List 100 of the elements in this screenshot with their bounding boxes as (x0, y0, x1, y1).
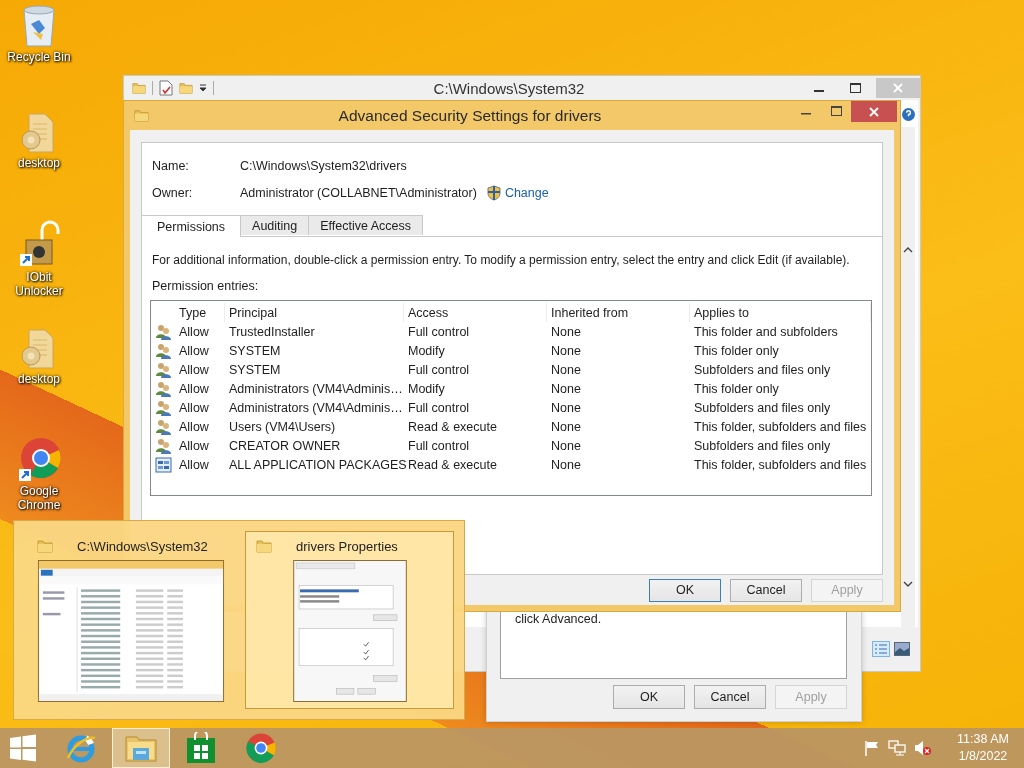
table-cell-text: ALL APPLICATION PACKAGES (228, 456, 404, 474)
table-cell-text: None (550, 380, 582, 398)
folder-icon (132, 81, 146, 95)
dialog-button[interactable]: OK (649, 578, 721, 602)
user-group-icon (154, 323, 172, 340)
tab[interactable]: Effective Access (308, 215, 424, 235)
table-cell-text: None (550, 399, 582, 417)
flag-icon[interactable] (864, 740, 880, 756)
dialog-text: click Advanced. (515, 612, 602, 626)
column-header[interactable]: Applies to (690, 303, 871, 322)
close-icon (869, 106, 879, 117)
chevron-up-icon[interactable] (903, 247, 913, 253)
column-header[interactable]: Principal (225, 303, 404, 322)
table-cell-text: Subfolders and files only (693, 399, 832, 417)
table-cell-text: Full control (407, 437, 471, 455)
chevron-down-icon[interactable] (903, 581, 913, 587)
table-cell-text: Full control (407, 399, 471, 417)
table-cell-text: None (550, 342, 582, 360)
close-icon (893, 83, 903, 93)
change-link[interactable]: Change (504, 186, 549, 200)
table-cell-text: None (550, 418, 582, 436)
tab[interactable]: Auditing (240, 215, 310, 235)
table-cell-text: None (550, 323, 582, 341)
table-cell-text: Full control (407, 361, 471, 379)
table-cell-text: Allow (178, 418, 210, 436)
column-header[interactable]: Access (404, 303, 547, 322)
new-folder-icon (179, 81, 193, 95)
table-cell-text: None (550, 361, 582, 379)
user-group-icon (154, 342, 172, 359)
shield-icon (486, 185, 501, 201)
chrome-logo-icon (245, 732, 277, 764)
field-value: Administrator (COLLABNET\Administrator) (240, 186, 477, 200)
recycle-bin-icon (21, 4, 57, 48)
table-cell-text: Allow (178, 437, 210, 455)
dialog-button[interactable]: Cancel (694, 685, 766, 709)
user-group-icon (154, 418, 172, 435)
close-button[interactable] (851, 101, 897, 122)
muted-speaker-icon[interactable] (914, 740, 932, 756)
field-value: C:\Windows\System32\drivers (240, 159, 408, 173)
table-cell-text: SYSTEM (228, 361, 282, 379)
window-title: C:\Windows\System32 (432, 79, 586, 97)
chrome-shortcut-icon (17, 436, 61, 482)
table-cell-text: Read & execute (407, 418, 498, 436)
thumbnail-view-icon[interactable] (894, 642, 910, 656)
window-thumbnail[interactable]: drivers Properties (245, 531, 454, 709)
dialog-title: Advanced Security Settings for drivers (337, 106, 603, 125)
section-label: Permission entries: (151, 278, 260, 295)
table-cell-text: Administrators (VM4\Adminis… (228, 399, 404, 417)
table-cell-text: SYSTEM (228, 342, 282, 360)
user-group-icon (154, 380, 172, 397)
folder-icon (256, 538, 272, 554)
column-header[interactable]: Type (175, 303, 225, 322)
maximize-icon[interactable] (849, 83, 861, 93)
field-label: Owner: (152, 186, 194, 200)
help-icon[interactable] (901, 108, 915, 121)
shopping-bag-icon (186, 732, 216, 764)
padlock-shortcut-icon (18, 220, 60, 268)
table-cell-text: None (550, 437, 582, 455)
table-cell-text: TrustedInstaller (228, 323, 316, 341)
network-icon[interactable] (888, 740, 906, 756)
e-logo-icon (65, 732, 97, 764)
tab[interactable]: Permissions (142, 215, 242, 237)
user-group-icon (154, 361, 172, 378)
table-cell-text: Modify (407, 380, 446, 398)
table-cell-text: Allow (178, 323, 210, 341)
column-header[interactable]: Inherited from (547, 303, 690, 322)
table-cell-text: Allow (178, 399, 210, 417)
table-cell-text: Allow (178, 380, 210, 398)
table-cell-text: Administrators (VM4\Adminis… (228, 380, 404, 398)
table-cell-text: Users (VM4\Users) (228, 418, 337, 436)
table-cell-text: Allow (178, 342, 210, 360)
folder-icon (37, 538, 53, 554)
table-cell-text: This folder, subfolders and files (693, 418, 868, 436)
table-cell-text: Allow (178, 456, 210, 474)
table-cell-text: Allow (178, 361, 210, 379)
field-label: Name: (152, 159, 190, 173)
table-cell-text: None (550, 456, 582, 474)
table-cell-text: CREATOR OWNER (228, 437, 342, 455)
user-group-icon (154, 437, 172, 454)
info-text: For additional information, double-click a permission entry. To modify a permission entry, select the entry and click Edit (if available). (151, 252, 851, 267)
table-cell-text: Subfolders and files only (693, 361, 832, 379)
user-group-icon (154, 399, 172, 416)
window-thumbnail[interactable]: C:\Windows\System32 (26, 531, 236, 709)
table-cell-text: This folder only (693, 380, 780, 398)
table-cell-text: This folder only (693, 342, 780, 360)
table-cell-text: Subfolders and files only (693, 437, 832, 455)
app-packages-icon (154, 456, 172, 473)
dialog-button[interactable]: Cancel (730, 578, 802, 602)
maximize-icon[interactable] (830, 106, 842, 116)
folder-icon (134, 108, 149, 123)
thumbnail-title: drivers Properties (296, 538, 398, 554)
taskbar-button[interactable] (112, 728, 170, 768)
table-cell-text: Full control (407, 323, 471, 341)
dialog-button[interactable]: OK (613, 685, 685, 709)
dropdown-icon[interactable] (199, 84, 207, 92)
properties-icon[interactable] (159, 80, 173, 96)
table-cell-text: This folder and subfolders (693, 323, 839, 341)
file-explorer-icon (124, 733, 158, 763)
thumbnail-title: C:\Windows\System32 (77, 538, 208, 554)
table-cell-text: Modify (407, 342, 446, 360)
